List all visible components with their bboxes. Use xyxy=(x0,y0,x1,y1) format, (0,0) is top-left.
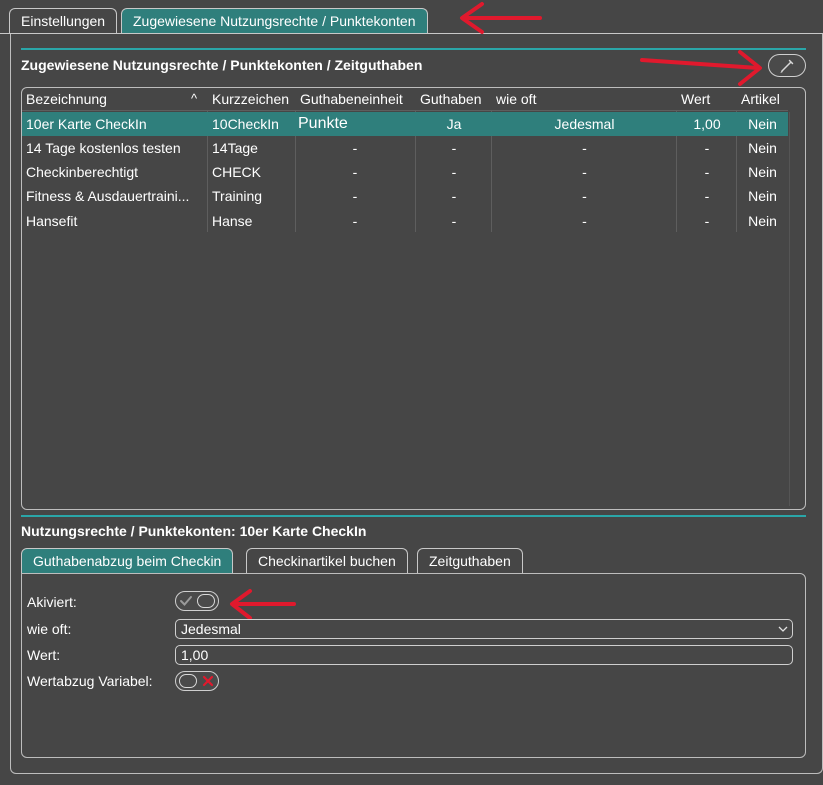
cell-guthabeneinheit: - xyxy=(352,164,358,180)
column-header-guthabeneinheit[interactable]: Guthabeneinheit xyxy=(300,91,403,107)
tab-guthabenabzug[interactable]: Guthabenabzug beim Checkin xyxy=(21,548,234,573)
cell-wie-oft: - xyxy=(582,213,587,229)
wertabzug-variabel-toggle[interactable] xyxy=(175,671,219,691)
column-header-wie-oft[interactable]: wie oft xyxy=(496,91,536,107)
pencil-icon xyxy=(780,59,794,73)
section-title: Zugewiesene Nutzungsrechte / Punktekonte… xyxy=(21,57,423,73)
column-header-wert[interactable]: Wert xyxy=(681,91,710,107)
cell-wie-oft: - xyxy=(582,140,587,156)
wert-input[interactable]: 1,00 xyxy=(175,645,793,665)
tab-einstellungen[interactable]: Einstellungen xyxy=(9,8,118,34)
wertabzug-variabel-label: Wertabzug Variabel: xyxy=(27,673,153,689)
aktiviert-label: Akiviert: xyxy=(27,594,77,610)
cell-guthaben: - xyxy=(451,140,457,156)
cell-guthabeneinheit: - xyxy=(352,213,358,229)
aktiviert-toggle[interactable] xyxy=(175,591,219,611)
cell-wert: - xyxy=(704,164,710,180)
cell-guthabeneinheit: - xyxy=(352,188,358,204)
wie-oft-value: Jedesmal xyxy=(181,621,241,637)
column-header-guthaben[interactable]: Guthaben xyxy=(420,91,482,107)
cell-guthaben: - xyxy=(451,188,457,204)
cell-artikel: Nein xyxy=(748,213,777,229)
wie-oft-label: wie oft: xyxy=(27,621,72,637)
table-row[interactable]: Hansefit Hanse - - - - Nein xyxy=(22,209,788,233)
cell-artikel: Nein xyxy=(748,140,777,156)
cross-icon xyxy=(202,675,214,687)
column-header-artikel[interactable]: Artikel xyxy=(741,91,780,107)
wie-oft-select[interactable]: Jedesmal xyxy=(175,619,793,639)
toggle-knob xyxy=(197,594,215,608)
column-header-bezeichnung[interactable]: Bezeichnung xyxy=(26,91,107,107)
cell-wie-oft: - xyxy=(582,188,587,204)
tab-zugewiesene-nutzungsrechte[interactable]: Zugewiesene Nutzungsrechte / Punktekonte… xyxy=(121,8,428,34)
cell-wert: 1,00 xyxy=(693,116,721,132)
cell-bezeichnung: Fitness & Ausdauertraini... xyxy=(26,188,190,204)
cell-guthabeneinheit: - xyxy=(352,140,358,156)
column-header-kurzzeichen[interactable]: Kurzzeichen xyxy=(212,91,289,107)
cell-wie-oft: Jedesmal xyxy=(554,116,615,132)
cell-wie-oft: - xyxy=(582,164,587,180)
cell-artikel: Nein xyxy=(748,116,777,132)
header-divider xyxy=(22,110,788,111)
cell-wert: - xyxy=(704,140,710,156)
toggle-knob xyxy=(179,674,197,688)
cell-kurzzeichen: CHECK xyxy=(212,164,262,180)
cell-guthabeneinheit: Punkte xyxy=(298,115,348,132)
cell-artikel: Nein xyxy=(748,188,777,204)
cell-kurzzeichen: Hanse xyxy=(212,213,253,229)
cell-guthaben: Ja xyxy=(446,116,462,132)
cell-kurzzeichen: 14Tage xyxy=(212,140,258,156)
edit-button[interactable] xyxy=(768,54,806,77)
table-scrollbar[interactable] xyxy=(789,112,801,506)
table-row[interactable]: 14 Tage kostenlos testen 14Tage - - - - … xyxy=(22,136,788,160)
sort-ascending-icon: ^ xyxy=(191,91,198,106)
cell-wert: - xyxy=(704,213,710,229)
wert-label: Wert: xyxy=(27,647,61,663)
cell-bezeichnung: 14 Tage kostenlos testen xyxy=(26,140,181,156)
red-arrow-icon xyxy=(640,50,762,86)
cell-artikel: Nein xyxy=(748,164,777,180)
chevron-down-icon xyxy=(778,626,788,632)
table-row[interactable]: Checkinberechtigt CHECK - - - - Nein xyxy=(22,160,788,184)
cell-guthaben: - xyxy=(451,164,457,180)
detail-divider xyxy=(21,515,806,517)
table-row[interactable]: 10er Karte CheckIn 10CheckIn Punkte Ja J… xyxy=(22,112,788,136)
tab-zeitguthaben[interactable]: Zeitguthaben xyxy=(417,548,523,573)
cell-kurzzeichen: 10CheckIn xyxy=(212,116,279,132)
tab-checkinartikel[interactable]: Checkinartikel buchen xyxy=(246,548,408,573)
red-arrow-icon xyxy=(460,2,542,34)
table-row[interactable]: Fitness & Ausdauertraini... Training - -… xyxy=(22,184,788,208)
check-icon xyxy=(180,596,192,606)
detail-title: Nutzungsrechte / Punktekonten: 10er Kart… xyxy=(21,523,367,539)
cell-kurzzeichen: Training xyxy=(212,188,263,204)
detail-panel xyxy=(21,573,806,758)
cell-bezeichnung: Checkinberechtigt xyxy=(26,164,139,180)
cell-bezeichnung: Hansefit xyxy=(26,213,78,229)
cell-wert: - xyxy=(704,188,710,204)
cell-guthaben: - xyxy=(451,213,457,229)
cell-bezeichnung: 10er Karte CheckIn xyxy=(26,116,147,132)
